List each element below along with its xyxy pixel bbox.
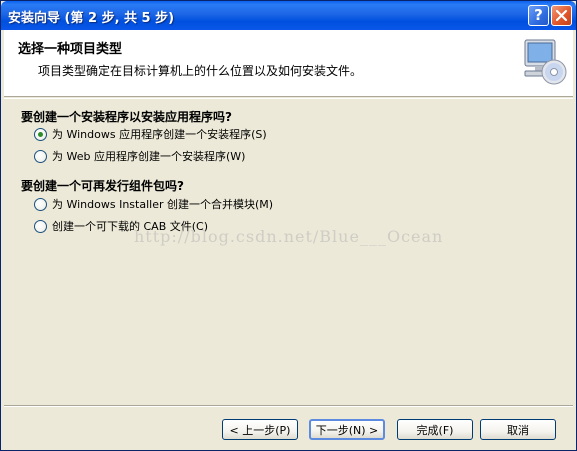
close-icon <box>555 9 568 22</box>
header-divider <box>4 98 573 99</box>
next-button[interactable]: 下一步(N) > <box>309 419 385 440</box>
help-button[interactable]: ? <box>528 5 549 26</box>
footer-divider-highlight <box>4 406 573 407</box>
radio-button[interactable] <box>34 127 47 141</box>
close-button[interactable] <box>551 5 572 26</box>
radio-button[interactable] <box>34 197 47 211</box>
option-web-app[interactable]: 为 Web 应用程序创建一个安装程序(W) <box>34 148 245 164</box>
page-title: 选择一种项目类型 <box>18 42 123 57</box>
option-windows-app[interactable]: 为 Windows 应用程序创建一个安装程序(S) <box>34 126 267 142</box>
option-label: 为 Web 应用程序创建一个安装程序(W) <box>52 150 246 163</box>
radio-button[interactable] <box>34 149 47 163</box>
finish-button[interactable]: 完成(F) <box>397 419 473 440</box>
computer-disc-icon <box>524 39 567 85</box>
back-button[interactable]: < 上一步(P) <box>222 419 298 440</box>
option-label: 为 Windows Installer 创建一个合并模块(M) <box>52 198 274 211</box>
setup-wizard-window: 安装向导 (第 2 步, 共 5 步) ? 选择一种项目类型 项目类型确定在目标… <box>0 0 577 451</box>
window-title: 安装向导 (第 2 步, 共 5 步) <box>8 11 175 26</box>
page-description: 项目类型确定在目标计算机上的什么位置以及如何安装文件。 <box>38 64 363 78</box>
title-bar[interactable]: 安装向导 (第 2 步, 共 5 步) ? <box>1 1 576 30</box>
watermark: http://blog.csdn.net/Blue___Ocean <box>134 227 444 246</box>
option-label: 为 Windows 应用程序创建一个安装程序(S) <box>52 128 267 141</box>
cancel-button[interactable]: 取消 <box>480 419 556 440</box>
option-merge-module[interactable]: 为 Windows Installer 创建一个合并模块(M) <box>34 196 273 212</box>
radio-button[interactable] <box>34 219 47 233</box>
wizard-header: 选择一种项目类型 项目类型确定在目标计算机上的什么位置以及如何安装文件。 <box>4 30 573 97</box>
section-title: 要创建一个安装程序以安装应用程序吗? <box>21 110 232 124</box>
section-title: 要创建一个可再发行组件包吗? <box>21 179 184 193</box>
question-mark-icon: ? <box>534 6 543 24</box>
